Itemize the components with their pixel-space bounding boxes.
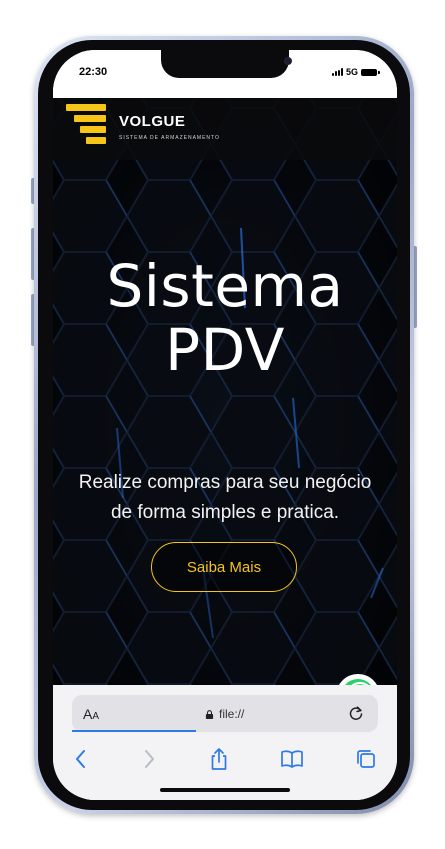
url-text: file://: [219, 707, 245, 721]
bookmarks-button[interactable]: [280, 747, 304, 771]
web-page: VOLGUE SISTEMA DE ARMAZENAMENTO Sistema …: [53, 98, 397, 685]
whatsapp-icon: [345, 679, 371, 685]
back-button[interactable]: [69, 747, 93, 771]
saiba-mais-button[interactable]: Saiba Mais: [151, 542, 297, 592]
lock-icon: [205, 710, 214, 719]
brand-name[interactable]: VOLGUE: [119, 113, 185, 130]
reload-icon[interactable]: [348, 705, 364, 721]
hero-title-line-1: Sistema: [106, 252, 344, 320]
hexagon-background: [53, 98, 397, 685]
status-indicators: 5G: [331, 67, 380, 77]
battery-icon: [361, 68, 380, 76]
bookmarks-icon: [281, 750, 303, 768]
hero-title-line-2: PDV: [165, 316, 285, 384]
text-size-button[interactable]: AA: [83, 706, 99, 722]
device-mockup: 22:30 5G VOLGUE SISTEMA DE ARMAZENAMENTO…: [0, 0, 445, 849]
home-indicator[interactable]: [160, 788, 290, 792]
hero-subtitle-line-2: de forma simples e pratica.: [110, 502, 340, 523]
front-camera: [285, 58, 291, 64]
address-bar[interactable]: AA file://: [72, 695, 378, 732]
tabs-icon: [357, 750, 375, 768]
page-load-progress: [72, 730, 196, 732]
share-icon: [211, 748, 227, 770]
phone-screen: 22:30 5G VOLGUE SISTEMA DE ARMAZENAMENTO…: [53, 50, 397, 800]
forward-icon: [145, 750, 154, 768]
status-time: 22:30: [79, 66, 108, 78]
back-icon: [76, 750, 85, 768]
notch: [161, 50, 291, 78]
tabs-button[interactable]: [354, 747, 378, 771]
hero-subtitle-line-1: Realize compras para seu negócio: [78, 472, 372, 493]
network-label: 5G: [345, 67, 358, 77]
browser-toolbar: AA file://: [53, 685, 397, 800]
hero-subtitle: Realize compras para seu negócio de form…: [67, 468, 383, 528]
text-size-large: A: [83, 706, 93, 722]
signal-bars-icon: [331, 68, 343, 76]
hero-title: Sistema PDV: [53, 254, 397, 382]
brand-tagline: SISTEMA DE ARMAZENAMENTO: [119, 135, 220, 141]
whatsapp-button[interactable]: [336, 674, 380, 685]
forward-button[interactable]: [137, 747, 161, 771]
share-button[interactable]: [207, 747, 231, 771]
text-size-small: A: [92, 711, 100, 722]
site-header: VOLGUE SISTEMA DE ARMAZENAMENTO: [53, 98, 397, 160]
logo-icon[interactable]: [66, 104, 108, 150]
